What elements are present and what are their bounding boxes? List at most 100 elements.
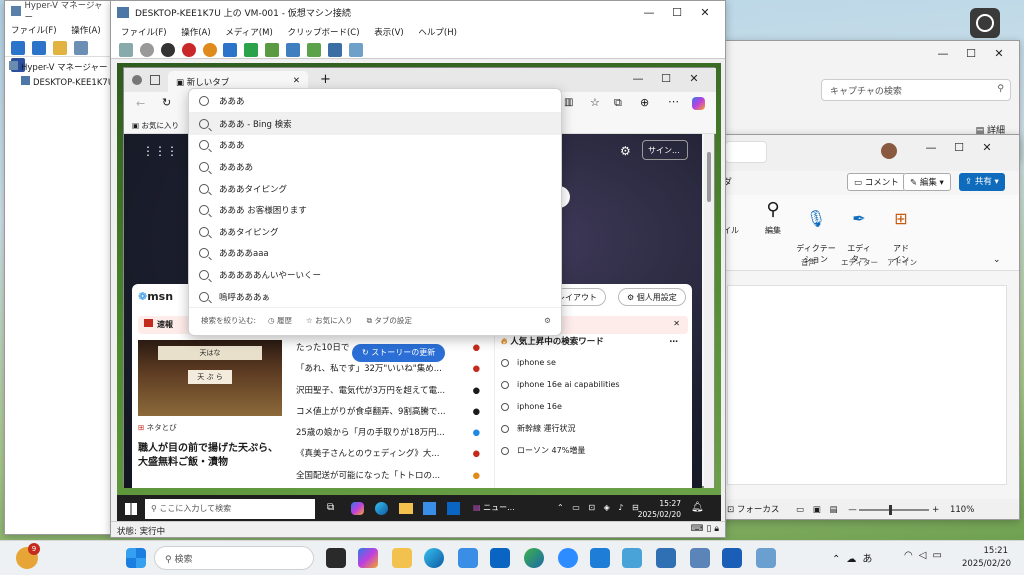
suggestion-item[interactable]: あああ お客様困ります <box>189 199 561 221</box>
news-headline[interactable]: 職人が目の前で揚げた天ぷら、大盛無料ご飯・漬物 <box>138 442 284 470</box>
zoom-level[interactable]: 110% <box>950 505 974 515</box>
reset-icon[interactable] <box>265 43 280 57</box>
trending-item[interactable]: 新幹線 運行状況 <box>495 418 684 440</box>
history-filter[interactable]: ◷ 履歴 <box>268 315 292 326</box>
zoom-icon[interactable] <box>558 548 578 568</box>
address-bar-input[interactable]: あああ <box>189 89 561 113</box>
revert-icon[interactable] <box>306 43 321 57</box>
task-view-icon[interactable]: ⧉ <box>327 502 334 513</box>
close-button[interactable]: ✕ <box>691 6 719 19</box>
menu-clipboard[interactable]: クリップボード(C) <box>287 28 359 38</box>
close-button[interactable]: ✕ <box>680 72 708 85</box>
favorites-filter[interactable]: ☆ お気に入り <box>306 315 353 326</box>
copilot-icon[interactable] <box>358 548 378 568</box>
word-icon[interactable] <box>722 548 742 568</box>
edge-icon[interactable] <box>424 548 444 568</box>
close-button[interactable]: ✕ <box>973 141 1001 154</box>
maximize-button[interactable]: ☐ <box>945 141 973 154</box>
focus-button[interactable]: フォーカス <box>737 505 780 515</box>
maximize-button[interactable]: ☐ <box>663 6 691 19</box>
news-image[interactable]: 天はな 天 ぷ ら <box>138 340 282 416</box>
windows-start-icon[interactable] <box>126 548 146 568</box>
tree-child[interactable]: DESKTOP-KEE1K7U <box>9 76 113 88</box>
list-item[interactable]: 《真美子さんとのウェディング》大... ● <box>296 444 486 465</box>
vm-screen[interactable]: ▣ 新しいタブ ✕ + —☐✕ ← ↻ ▥ ☆ ⧉ ⊕ ⋯ ▣ お気に入り <box>117 63 721 523</box>
checkpoint-icon[interactable] <box>286 43 300 57</box>
share-icon[interactable] <box>348 43 363 57</box>
outlook-icon[interactable] <box>447 502 460 515</box>
ribbon-edit-group[interactable]: ⚲ 編集 <box>753 195 793 236</box>
shutdown-icon[interactable] <box>181 43 196 57</box>
print-layout-icon[interactable]: ▣ <box>813 505 821 515</box>
copilot-icon[interactable] <box>692 97 705 110</box>
personalize-button[interactable]: ⚙ 個人用設定 <box>618 288 686 306</box>
read-mode-icon[interactable]: ▭ <box>796 505 804 515</box>
msn-logo[interactable]: ❁msn <box>138 290 173 303</box>
vm-clock[interactable]: 15:27 2025/02/20 <box>637 498 681 520</box>
close-button[interactable]: ✕ <box>985 47 1013 60</box>
suggestion-item[interactable]: あああ - Bing 検索 <box>189 113 561 135</box>
menu-view[interactable]: 表示(V) <box>374 28 403 38</box>
maximize-button[interactable]: ☐ <box>652 72 680 85</box>
list-item[interactable]: 沢田聖子、電気代が3万円を超えて電... ● <box>296 381 486 402</box>
file-explorer-icon[interactable] <box>392 548 412 568</box>
start-icon[interactable] <box>139 43 154 57</box>
menu-help[interactable]: ヘルプ(H) <box>418 28 457 38</box>
word-search-box[interactable] <box>725 141 767 163</box>
collapse-ribbon-icon[interactable]: ⌄ <box>993 255 1001 265</box>
trending-item[interactable]: iphone se <box>495 352 684 374</box>
back-icon[interactable]: ← <box>136 97 145 110</box>
avatar[interactable] <box>881 143 897 159</box>
quick-settings[interactable]: ◠◁▭ <box>904 550 948 561</box>
suggestion-item[interactable]: ああああaaa <box>189 243 561 265</box>
list-item[interactable]: 「あれ、私です」32万"いいね"集め... ● <box>296 359 486 380</box>
notification-icon[interactable]: 🔔︎ <box>691 502 704 513</box>
host-clock[interactable]: 15:21 2025/02/20 <box>962 545 1011 571</box>
windows-start-icon[interactable] <box>125 503 137 515</box>
system-tray[interactable]: ⌃☁あ <box>832 550 878 565</box>
user-account-icon[interactable] <box>970 8 1000 38</box>
tree-root[interactable]: Hyper-V マネージャー <box>9 61 109 73</box>
list-item[interactable]: コメ値上がりが食卓翻弄、9割高騰で... ● <box>296 402 486 423</box>
menu-file[interactable]: ファイル(F) <box>121 28 167 38</box>
trending-item[interactable]: ローソン 47%増量 <box>495 440 684 462</box>
menu-action[interactable]: 操作(A) <box>71 26 100 36</box>
sign-in-button[interactable]: サイン... <box>642 140 688 160</box>
network-app-icon[interactable] <box>656 548 676 568</box>
suggestion-item[interactable]: 嗚呼あああぁ <box>189 286 561 308</box>
trending-item[interactable]: iphone 16e <box>495 396 684 418</box>
share-button[interactable]: ⇪ 共有 ▾ <box>959 173 1005 191</box>
tabs-filter[interactable]: ⧉ タブの設定 <box>367 315 412 326</box>
properties-icon[interactable] <box>73 41 88 55</box>
outlook-icon[interactable] <box>490 548 510 568</box>
comment-button[interactable]: ▭ コメント <box>847 173 906 191</box>
suggestion-item[interactable]: あああああんいやーいくー <box>189 264 561 286</box>
more-icon[interactable]: ⋯ <box>670 332 679 352</box>
edge-icon[interactable] <box>375 502 388 515</box>
minimize-button[interactable]: — <box>624 72 652 85</box>
task-view-icon[interactable] <box>326 548 346 568</box>
settings-gear-icon[interactable]: ⚙ <box>620 144 631 158</box>
enhanced-session-icon[interactable] <box>327 43 342 57</box>
story-update-button[interactable]: ↻ ストーリーの更新 <box>352 344 446 362</box>
apps-grid-icon[interactable]: ⋮⋮⋮ <box>142 144 178 158</box>
pause-icon[interactable] <box>223 43 238 57</box>
ribbon-dictation-group[interactable]: 🎙︎ ディクテー ション <box>793 195 839 274</box>
suggestion-item[interactable]: ああタイピング <box>189 221 561 243</box>
profile-icon[interactable] <box>132 75 142 85</box>
copilot-icon[interactable] <box>351 502 364 515</box>
favorites-bar-item[interactable]: お気に入り <box>141 121 179 130</box>
host-search-box[interactable]: ⚲ 検索 <box>154 546 314 570</box>
zoom-in-button[interactable]: + <box>932 505 939 515</box>
back-icon[interactable] <box>11 41 25 55</box>
ctrl-alt-del-icon[interactable] <box>119 43 133 57</box>
vscode-icon[interactable] <box>590 548 610 568</box>
news-source-tag[interactable]: ⊞ ネタとび <box>138 422 177 433</box>
extensions-icon[interactable]: ⊕ <box>640 96 649 109</box>
zoom-out-button[interactable]: — <box>848 505 857 515</box>
capture-search-input[interactable]: キャプチャの検索 ⚲ <box>821 79 1011 101</box>
minimize-button[interactable]: — <box>929 47 957 60</box>
suggestion-item[interactable]: あああ <box>189 135 561 157</box>
folder-icon[interactable] <box>52 41 67 55</box>
suggestion-item[interactable]: ああああ <box>189 156 561 178</box>
